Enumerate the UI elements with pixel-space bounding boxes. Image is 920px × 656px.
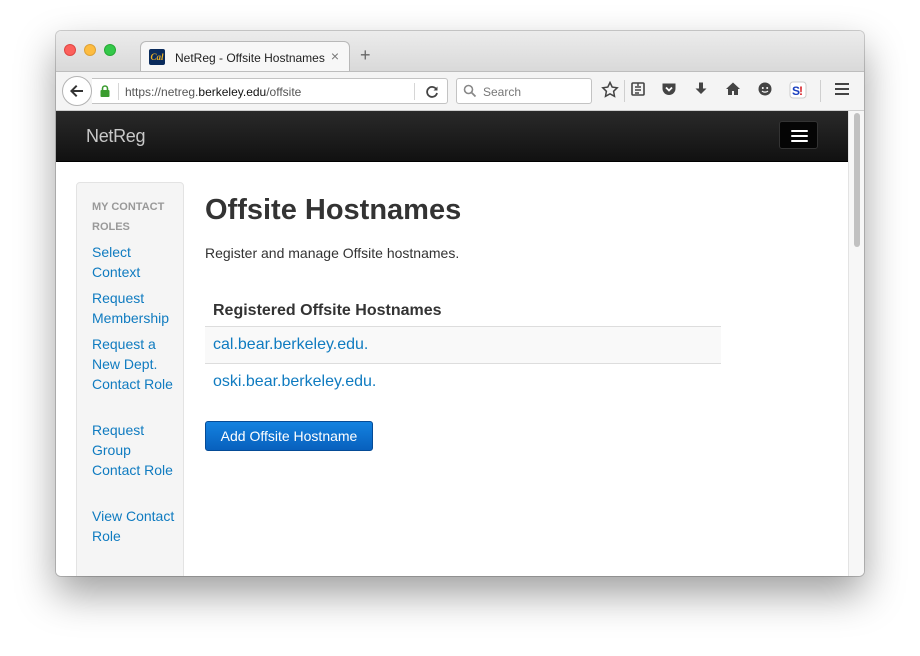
extension-icon[interactable]: S! [788,81,808,101]
svg-text:!: ! [799,84,803,98]
hamburger-line [791,130,808,132]
search-icon [463,84,477,98]
back-button[interactable] [62,76,92,106]
new-tab-button[interactable]: + [360,46,371,64]
add-offsite-hostname-button[interactable]: Add Offsite Hostname [205,421,373,451]
sidebar: MY CONTACT ROLES Select Context Request … [76,182,184,576]
tab-bar: Cal NetReg - Offsite Hostnames × + [56,31,864,72]
hostnames-table: Registered Offsite Hostnames cal.bear.be… [205,287,721,401]
page-title: Offsite Hostnames [205,194,462,226]
url-path: /offsite [266,85,302,99]
site-header: NetReg [56,111,848,162]
home-icon[interactable] [723,81,743,101]
reload-icon[interactable] [425,82,439,103]
browser-window: Cal NetReg - Offsite Hostnames × + https… [56,31,864,576]
toolbar-divider [820,80,821,102]
window-minimize-button[interactable] [84,44,96,56]
table-row: cal.bear.berkeley.edu. [205,327,721,364]
sidebar-item-request-dept-contact-role[interactable]: Request a New Dept. Contact Role [92,334,180,394]
tab-close-icon[interactable]: × [331,48,339,64]
tab-netreg[interactable]: Cal NetReg - Offsite Hostnames × [140,41,350,72]
search-placeholder: Search [483,85,522,99]
cal-favicon-icon: Cal [149,49,165,65]
hamburger-line [791,140,808,142]
toolbar-divider [624,80,625,102]
url-text[interactable]: https://netreg.berkeley.edu/offsite [125,85,301,99]
sidebar-item-request-group-contact-role[interactable]: Request Group Contact Role [92,420,180,480]
url-domain: berkeley.edu [198,85,267,99]
url-prefix: https://netreg. [125,85,199,99]
table-row: oski.bear.berkeley.edu. [205,364,721,401]
site-brand[interactable]: NetReg [86,126,146,147]
sidebar-item-view-contact-role[interactable]: View Contact Role [92,506,180,546]
menu-icon[interactable] [832,81,852,101]
hamburger-line [791,135,808,137]
chat-icon[interactable] [755,81,775,101]
sidebar-item-select-context[interactable]: Select Context [92,242,180,282]
download-icon[interactable] [691,81,711,101]
scrollbar-thumb[interactable] [854,113,860,247]
lock-icon [100,85,110,97]
site-menu-button[interactable] [779,121,818,149]
url-separator [118,83,119,100]
pocket-icon[interactable] [659,81,679,101]
back-arrow-icon [70,85,83,97]
reading-list-icon[interactable] [628,81,648,101]
search-input[interactable]: Search [456,78,592,104]
reload-separator [414,83,415,100]
page-description: Register and manage Offsite hostnames. [205,245,460,261]
hostname-link[interactable]: cal.bear.berkeley.edu. [213,336,368,353]
page-viewport: NetReg MY CONTACT ROLES Select Context R… [56,111,848,576]
url-bar[interactable]: https://netreg.berkeley.edu/offsite [92,78,448,104]
table-header: Registered Offsite Hostnames [205,287,721,327]
window-close-button[interactable] [64,44,76,56]
bookmark-star-icon[interactable] [600,80,620,101]
page-scrollbar[interactable] [848,111,864,576]
tab-title: NetReg - Offsite Hostnames [175,51,325,65]
sidebar-heading: MY CONTACT ROLES [92,201,165,233]
nav-toolbar: https://netreg.berkeley.edu/offsite Sear… [56,71,864,111]
window-maximize-button[interactable] [104,44,116,56]
sidebar-item-request-membership[interactable]: Request Membership [92,288,180,328]
hostname-link[interactable]: oski.bear.berkeley.edu. [213,373,376,390]
